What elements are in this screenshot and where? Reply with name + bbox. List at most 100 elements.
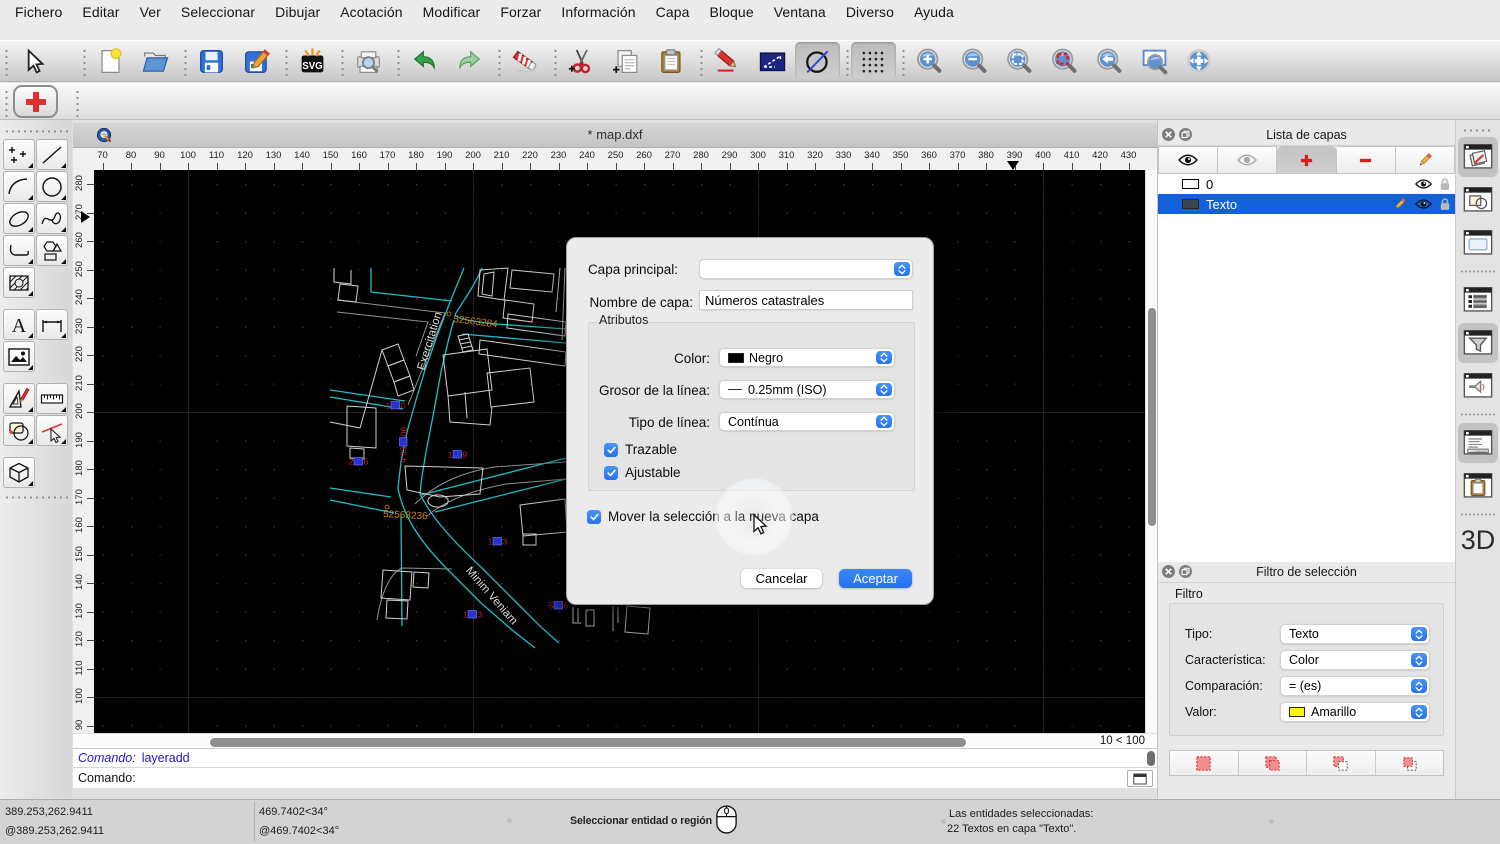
- layer-row-texto[interactable]: Texto: [1158, 194, 1455, 214]
- hatch-tool-button[interactable]: [3, 267, 35, 298]
- zoom-out-button[interactable]: [952, 42, 997, 80]
- measure-tool-button[interactable]: [36, 383, 68, 414]
- remove-from-selection-button[interactable]: [1307, 751, 1376, 775]
- add-layer-button[interactable]: [1277, 146, 1337, 174]
- select-filtered-button[interactable]: [1170, 751, 1239, 775]
- selection-filter-panel-button[interactable]: [1458, 323, 1498, 363]
- property-editor-panel-button[interactable]: [1458, 366, 1498, 406]
- filter-select-comparación[interactable]: = (es): [1280, 676, 1430, 696]
- svg-export-button[interactable]: [290, 42, 335, 80]
- spline-tool-button[interactable]: [36, 203, 68, 234]
- filter-select-tipo[interactable]: Texto: [1280, 624, 1430, 644]
- block-list-panel-button[interactable]: [1458, 180, 1498, 220]
- zoom-selection-button[interactable]: [1042, 42, 1087, 80]
- document-title-bar[interactable]: * map.dxf: [73, 123, 1157, 148]
- zoom-pan-button[interactable]: [1177, 42, 1222, 80]
- ellipse-tool-button[interactable]: [3, 203, 35, 234]
- viewport-3d-tool-button[interactable]: [3, 457, 35, 488]
- selection-rect-button[interactable]: [750, 42, 795, 80]
- snap-tool-button[interactable]: [36, 415, 68, 446]
- 3d-menu-label[interactable]: 3D: [1456, 525, 1500, 556]
- dimension-tool-button[interactable]: [36, 309, 68, 340]
- print-preview-button[interactable]: [346, 42, 391, 80]
- menu-acotacion[interactable]: Acotación: [330, 3, 412, 21]
- menu-ayuda[interactable]: Ayuda: [904, 3, 964, 21]
- cut-button[interactable]: [559, 42, 604, 80]
- layer-visible-eye-icon[interactable]: [1415, 178, 1432, 190]
- zoom-window-button[interactable]: [1132, 42, 1177, 80]
- vertical-scrollbar-thumb[interactable]: [1148, 308, 1156, 526]
- copy-button[interactable]: [604, 42, 649, 80]
- arc-tool-button[interactable]: [3, 171, 35, 202]
- horizontal-scrollbar-track[interactable]: [94, 736, 1084, 747]
- menu-ver[interactable]: Ver: [130, 3, 171, 21]
- menu-bloque[interactable]: Bloque: [700, 3, 764, 21]
- snappable-checkbox[interactable]: Ajustable: [604, 465, 681, 480]
- menu-ventana[interactable]: Ventana: [764, 3, 836, 21]
- open-file-button[interactable]: [133, 42, 178, 80]
- layer-edit-pencil-icon[interactable]: [1393, 197, 1407, 211]
- plottable-checkbox[interactable]: Trazable: [604, 442, 677, 457]
- show-all-layers-button[interactable]: [1158, 146, 1219, 174]
- add-to-selection-button[interactable]: [1239, 751, 1307, 775]
- menu-editar[interactable]: Editar: [72, 3, 129, 21]
- remove-layer-button[interactable]: [1336, 146, 1396, 174]
- save-button[interactable]: [189, 42, 234, 80]
- save-as-button[interactable]: [234, 42, 279, 80]
- paste-button[interactable]: [649, 42, 694, 80]
- grid-button[interactable]: [851, 42, 896, 80]
- toolbar-drag-handle[interactable]: [2, 86, 10, 117]
- filter-select-característica[interactable]: Color: [1280, 650, 1430, 670]
- accept-button[interactable]: Aceptar: [839, 569, 912, 588]
- parent-layer-select[interactable]: [699, 259, 913, 279]
- clipboard-panel-button[interactable]: [1458, 466, 1498, 506]
- hide-all-layers-button[interactable]: [1218, 146, 1278, 174]
- new-file-button[interactable]: [88, 42, 133, 80]
- dock-drag-handle[interactable]: [1462, 128, 1494, 134]
- palette-drag-handle-bottom[interactable]: [4, 495, 68, 501]
- layer-row-0[interactable]: 0: [1158, 174, 1455, 194]
- command-line-input[interactable]: [139, 771, 1157, 788]
- current-tool-button[interactable]: [13, 85, 58, 118]
- layer-lock-icon[interactable]: [1440, 197, 1450, 211]
- menu-dibujar[interactable]: Dibujar: [265, 3, 330, 21]
- text-tool-button[interactable]: [3, 309, 35, 340]
- toolbar-drag-handle[interactable]: [2, 46, 10, 76]
- intersect-selection-button[interactable]: [1376, 751, 1444, 775]
- palette-drag-handle[interactable]: [4, 129, 68, 135]
- zoom-auto-button[interactable]: [997, 42, 1042, 80]
- horizontal-scrollbar-thumb[interactable]: [210, 738, 966, 747]
- menu-informacion[interactable]: Información: [551, 3, 645, 21]
- image-tool-button[interactable]: [3, 341, 35, 372]
- draft-tool-button[interactable]: [3, 383, 35, 414]
- cursor-button[interactable]: [11, 42, 56, 80]
- menu-fichero[interactable]: Fichero: [5, 3, 72, 21]
- layer-list-panel-button[interactable]: [1458, 137, 1498, 177]
- lineweight-select[interactable]: 0.25mm (ISO): [719, 380, 895, 399]
- color-select[interactable]: Negro: [719, 348, 895, 367]
- filter-select-valor[interactable]: Amarillo: [1280, 702, 1430, 722]
- move-selection-checkbox[interactable]: Mover la selección a la nueva capa: [587, 509, 819, 524]
- shape-tool-button[interactable]: [36, 235, 68, 266]
- command-window-button[interactable]: [1127, 770, 1153, 787]
- menu-diverso[interactable]: Diverso: [836, 3, 904, 21]
- polyline-tool-button[interactable]: [3, 235, 35, 266]
- zoom-previous-button[interactable]: [1087, 42, 1132, 80]
- zoom-in-button[interactable]: [907, 42, 952, 80]
- line-tool-button[interactable]: [36, 139, 68, 170]
- edit-button[interactable]: [705, 42, 750, 80]
- menu-modificar[interactable]: Modificar: [413, 3, 491, 21]
- circle-tool-button[interactable]: [36, 171, 68, 202]
- linetype-select[interactable]: Contínua: [719, 412, 895, 431]
- list-view-panel-button[interactable]: [1458, 280, 1498, 320]
- command-history-scrollbar[interactable]: [1147, 751, 1155, 766]
- edit-layer-button[interactable]: [1395, 146, 1456, 174]
- points-tool-button[interactable]: [3, 139, 35, 170]
- library-browser-panel-button[interactable]: [1458, 223, 1498, 263]
- command-line-panel-button[interactable]: [1458, 423, 1498, 463]
- menu-seleccionar[interactable]: Seleccionar: [171, 3, 265, 21]
- redo-button[interactable]: [447, 42, 492, 80]
- layer-visible-eye-icon[interactable]: [1415, 198, 1432, 210]
- menu-capa[interactable]: Capa: [646, 3, 700, 21]
- undo-button[interactable]: [402, 42, 447, 80]
